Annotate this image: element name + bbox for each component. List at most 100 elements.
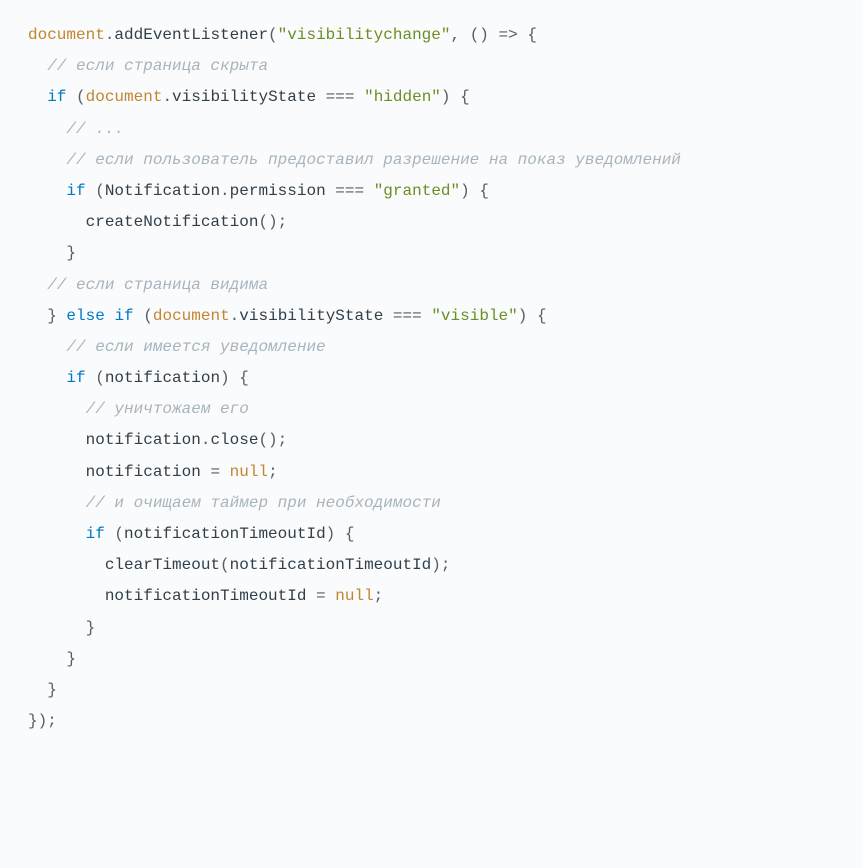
token-string: "visibilitychange" xyxy=(278,26,451,44)
token-kw-blue: if xyxy=(66,182,85,200)
code-line: // и очищаем таймер при необходимости xyxy=(28,488,834,519)
token-text: visibilityState xyxy=(239,307,393,325)
token-comment: // ... xyxy=(66,120,124,138)
token-paren: } xyxy=(66,244,76,262)
token-kw-blue: if xyxy=(66,369,85,387)
token-text xyxy=(364,182,374,200)
token-comment: // если страница скрыта xyxy=(47,57,268,75)
token-text xyxy=(134,307,144,325)
token-punct: . xyxy=(201,431,211,449)
token-paren: ) xyxy=(518,307,528,325)
token-text: notification xyxy=(86,463,211,481)
token-kw-blue: if xyxy=(114,307,133,325)
code-line: notification = null; xyxy=(28,457,834,488)
token-text xyxy=(230,369,240,387)
token-paren: ( xyxy=(95,369,105,387)
token-text xyxy=(354,88,364,106)
token-comment: // и очищаем таймер при необходимости xyxy=(86,494,441,512)
token-text: notificationTimeoutId xyxy=(124,525,326,543)
code-line: if (notification) { xyxy=(28,363,834,394)
token-paren: ) xyxy=(326,525,336,543)
code-block: document.addEventListener("visibilitycha… xyxy=(28,20,834,737)
token-paren: ) xyxy=(441,88,451,106)
token-null: null xyxy=(230,463,268,481)
token-text: clearTimeout xyxy=(105,556,220,574)
token-paren: ) xyxy=(220,369,230,387)
code-line: notificationTimeoutId = null; xyxy=(28,581,834,612)
token-punct: === xyxy=(326,88,355,106)
token-text xyxy=(451,88,461,106)
token-punct: => xyxy=(499,26,518,44)
token-paren: { xyxy=(460,88,470,106)
token-kw-blue: if xyxy=(86,525,105,543)
token-text: visibilityState xyxy=(172,88,326,106)
token-punct: . xyxy=(230,307,240,325)
code-line: // если страница скрыта xyxy=(28,51,834,82)
code-line: // ... xyxy=(28,114,834,145)
token-paren: { xyxy=(345,525,355,543)
token-punct: . xyxy=(162,88,172,106)
token-text: notification xyxy=(105,369,220,387)
token-text: close xyxy=(210,431,258,449)
token-text: createNotification xyxy=(86,213,259,231)
token-paren: () xyxy=(258,431,277,449)
code-line: if (Notification.permission === "granted… xyxy=(28,176,834,207)
token-string: "hidden" xyxy=(364,88,441,106)
token-text: notification xyxy=(86,431,201,449)
token-punct: = xyxy=(316,587,326,605)
code-line: } xyxy=(28,644,834,675)
token-paren: } xyxy=(86,619,96,637)
token-string: "visible" xyxy=(431,307,517,325)
token-text xyxy=(105,525,115,543)
token-paren: { xyxy=(527,26,537,44)
code-line: document.addEventListener("visibilitycha… xyxy=(28,20,834,51)
token-paren: ( xyxy=(220,556,230,574)
token-paren: ( xyxy=(268,26,278,44)
code-line: // если имеется уведомление xyxy=(28,332,834,363)
token-paren: ( xyxy=(114,525,124,543)
token-punct: ; xyxy=(47,712,57,730)
token-text: notificationTimeoutId xyxy=(230,556,432,574)
token-null: null xyxy=(335,587,373,605)
token-string: "granted" xyxy=(374,182,460,200)
code-line: } xyxy=(28,238,834,269)
token-paren: { xyxy=(479,182,489,200)
token-comment: // уничтожаем его xyxy=(86,400,249,418)
code-line: // если пользователь предоставил разреше… xyxy=(28,145,834,176)
code-line: if (document.visibilityState === "hidden… xyxy=(28,82,834,113)
token-comment: // если страница видима xyxy=(47,276,268,294)
token-kw-blue: else xyxy=(66,307,104,325)
token-identifier: document xyxy=(28,26,105,44)
token-text xyxy=(57,307,67,325)
token-punct: === xyxy=(393,307,422,325)
token-paren: { xyxy=(239,369,249,387)
token-paren: () xyxy=(470,26,489,44)
token-text xyxy=(86,182,96,200)
code-line: // если страница видима xyxy=(28,270,834,301)
token-text xyxy=(66,88,76,106)
token-text xyxy=(105,307,115,325)
token-paren: ( xyxy=(143,307,153,325)
token-punct: ; xyxy=(268,463,278,481)
token-punct: , xyxy=(450,26,469,44)
token-punct: === xyxy=(335,182,364,200)
code-line: } xyxy=(28,613,834,644)
code-line: createNotification(); xyxy=(28,207,834,238)
token-identifier: document xyxy=(86,88,163,106)
token-text xyxy=(527,307,537,325)
token-text xyxy=(470,182,480,200)
token-punct: ; xyxy=(374,587,384,605)
token-text xyxy=(326,587,336,605)
token-paren: ( xyxy=(95,182,105,200)
token-paren: } xyxy=(47,307,57,325)
token-punct: ; xyxy=(278,213,288,231)
token-punct: . xyxy=(220,182,230,200)
token-text xyxy=(220,463,230,481)
token-comment: // если пользователь предоставил разреше… xyxy=(66,151,681,169)
code-line: } xyxy=(28,675,834,706)
token-text xyxy=(86,369,96,387)
token-text: permission xyxy=(230,182,336,200)
token-text xyxy=(489,26,499,44)
token-kw-blue: if xyxy=(47,88,66,106)
token-paren: } xyxy=(47,681,57,699)
